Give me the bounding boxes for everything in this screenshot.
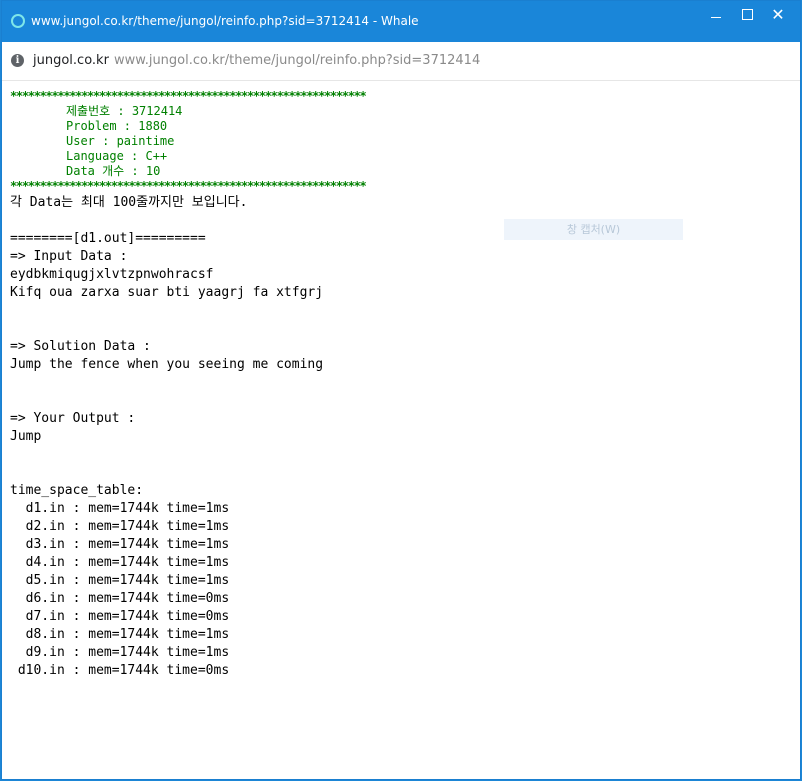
problem-id: Problem : 1880	[66, 119, 168, 133]
language: Language : C++	[66, 149, 168, 163]
minimize-button[interactable]	[702, 7, 730, 27]
solution-line: Jump the fence when you seeing me coming	[10, 357, 324, 372]
notice-text: 각 Data는 최대 100줄까지만 보입니다.	[10, 195, 248, 210]
time-space-row: d6.in : mem=1744k time=0ms	[10, 591, 230, 606]
solution-label: => Solution Data :	[10, 339, 151, 354]
submission-number: 제출번호 : 3712414	[66, 104, 183, 118]
browser-window: www.jungol.co.kr/theme/jungol/reinfo.php…	[1, 0, 801, 780]
input-line: eydbkmiqugjxlvtzpnwohracsf	[10, 267, 214, 282]
user-name: User : paintime	[66, 134, 175, 148]
header-stars-bottom: ****************************************…	[10, 179, 367, 193]
time-space-row: d7.in : mem=1744k time=0ms	[10, 609, 230, 624]
address-domain[interactable]: jungol.co.kr	[33, 53, 109, 68]
output-line: Jump	[10, 429, 42, 444]
address-bar[interactable]: i jungol.co.kr www.jungol.co.kr/theme/ju…	[2, 42, 800, 81]
output-label: => Your Output :	[10, 411, 136, 426]
data-count: Data 개수 : 10	[66, 164, 161, 178]
header-stars-top: ****************************************…	[10, 89, 367, 103]
address-url[interactable]: www.jungol.co.kr/theme/jungol/reinfo.php…	[114, 53, 480, 68]
time-space-row: d8.in : mem=1744k time=1ms	[10, 627, 230, 642]
time-space-row: d2.in : mem=1744k time=1ms	[10, 519, 230, 534]
time-space-row: d10.in : mem=1744k time=0ms	[10, 663, 230, 678]
time-space-label: time_space_table:	[10, 483, 144, 498]
time-space-row: d3.in : mem=1744k time=1ms	[10, 537, 230, 552]
time-space-row: d9.in : mem=1744k time=1ms	[10, 645, 230, 660]
section-title: ========[d1.out]=========	[10, 231, 206, 246]
input-label: => Input Data :	[10, 249, 128, 264]
title-bar[interactable]: www.jungol.co.kr/theme/jungol/reinfo.php…	[2, 1, 800, 42]
info-icon[interactable]: i	[11, 54, 24, 67]
time-space-row: d1.in : mem=1744k time=1ms	[10, 501, 230, 516]
page-content: ****************************************…	[10, 89, 800, 779]
maximize-button[interactable]	[733, 7, 761, 27]
whale-app-icon	[11, 14, 25, 28]
time-space-row: d4.in : mem=1744k time=1ms	[10, 555, 230, 570]
input-line: Kifq oua zarxa suar bti yaagrj fa xtfgrj	[10, 285, 324, 300]
close-button[interactable]: ✕	[764, 7, 792, 27]
time-space-row: d5.in : mem=1744k time=1ms	[10, 573, 230, 588]
window-title: www.jungol.co.kr/theme/jungol/reinfo.php…	[31, 14, 419, 28]
